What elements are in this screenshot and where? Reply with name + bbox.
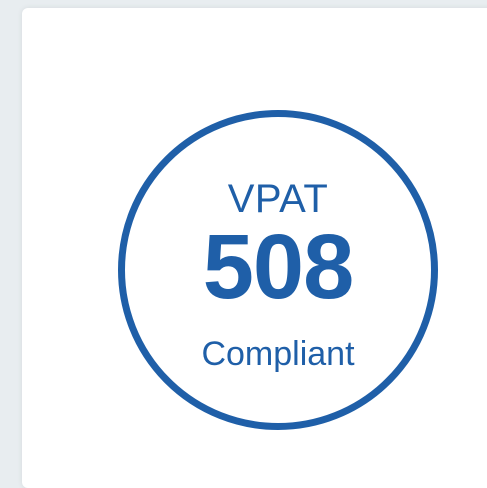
content-card: VPAT 508 Compliant xyxy=(22,8,487,488)
vpat-508-badge: VPAT 508 Compliant xyxy=(118,110,438,430)
badge-number: 508 xyxy=(202,216,355,318)
badge-top-text: VPAT xyxy=(227,177,329,221)
badge-bottom-text: Compliant xyxy=(201,335,355,373)
